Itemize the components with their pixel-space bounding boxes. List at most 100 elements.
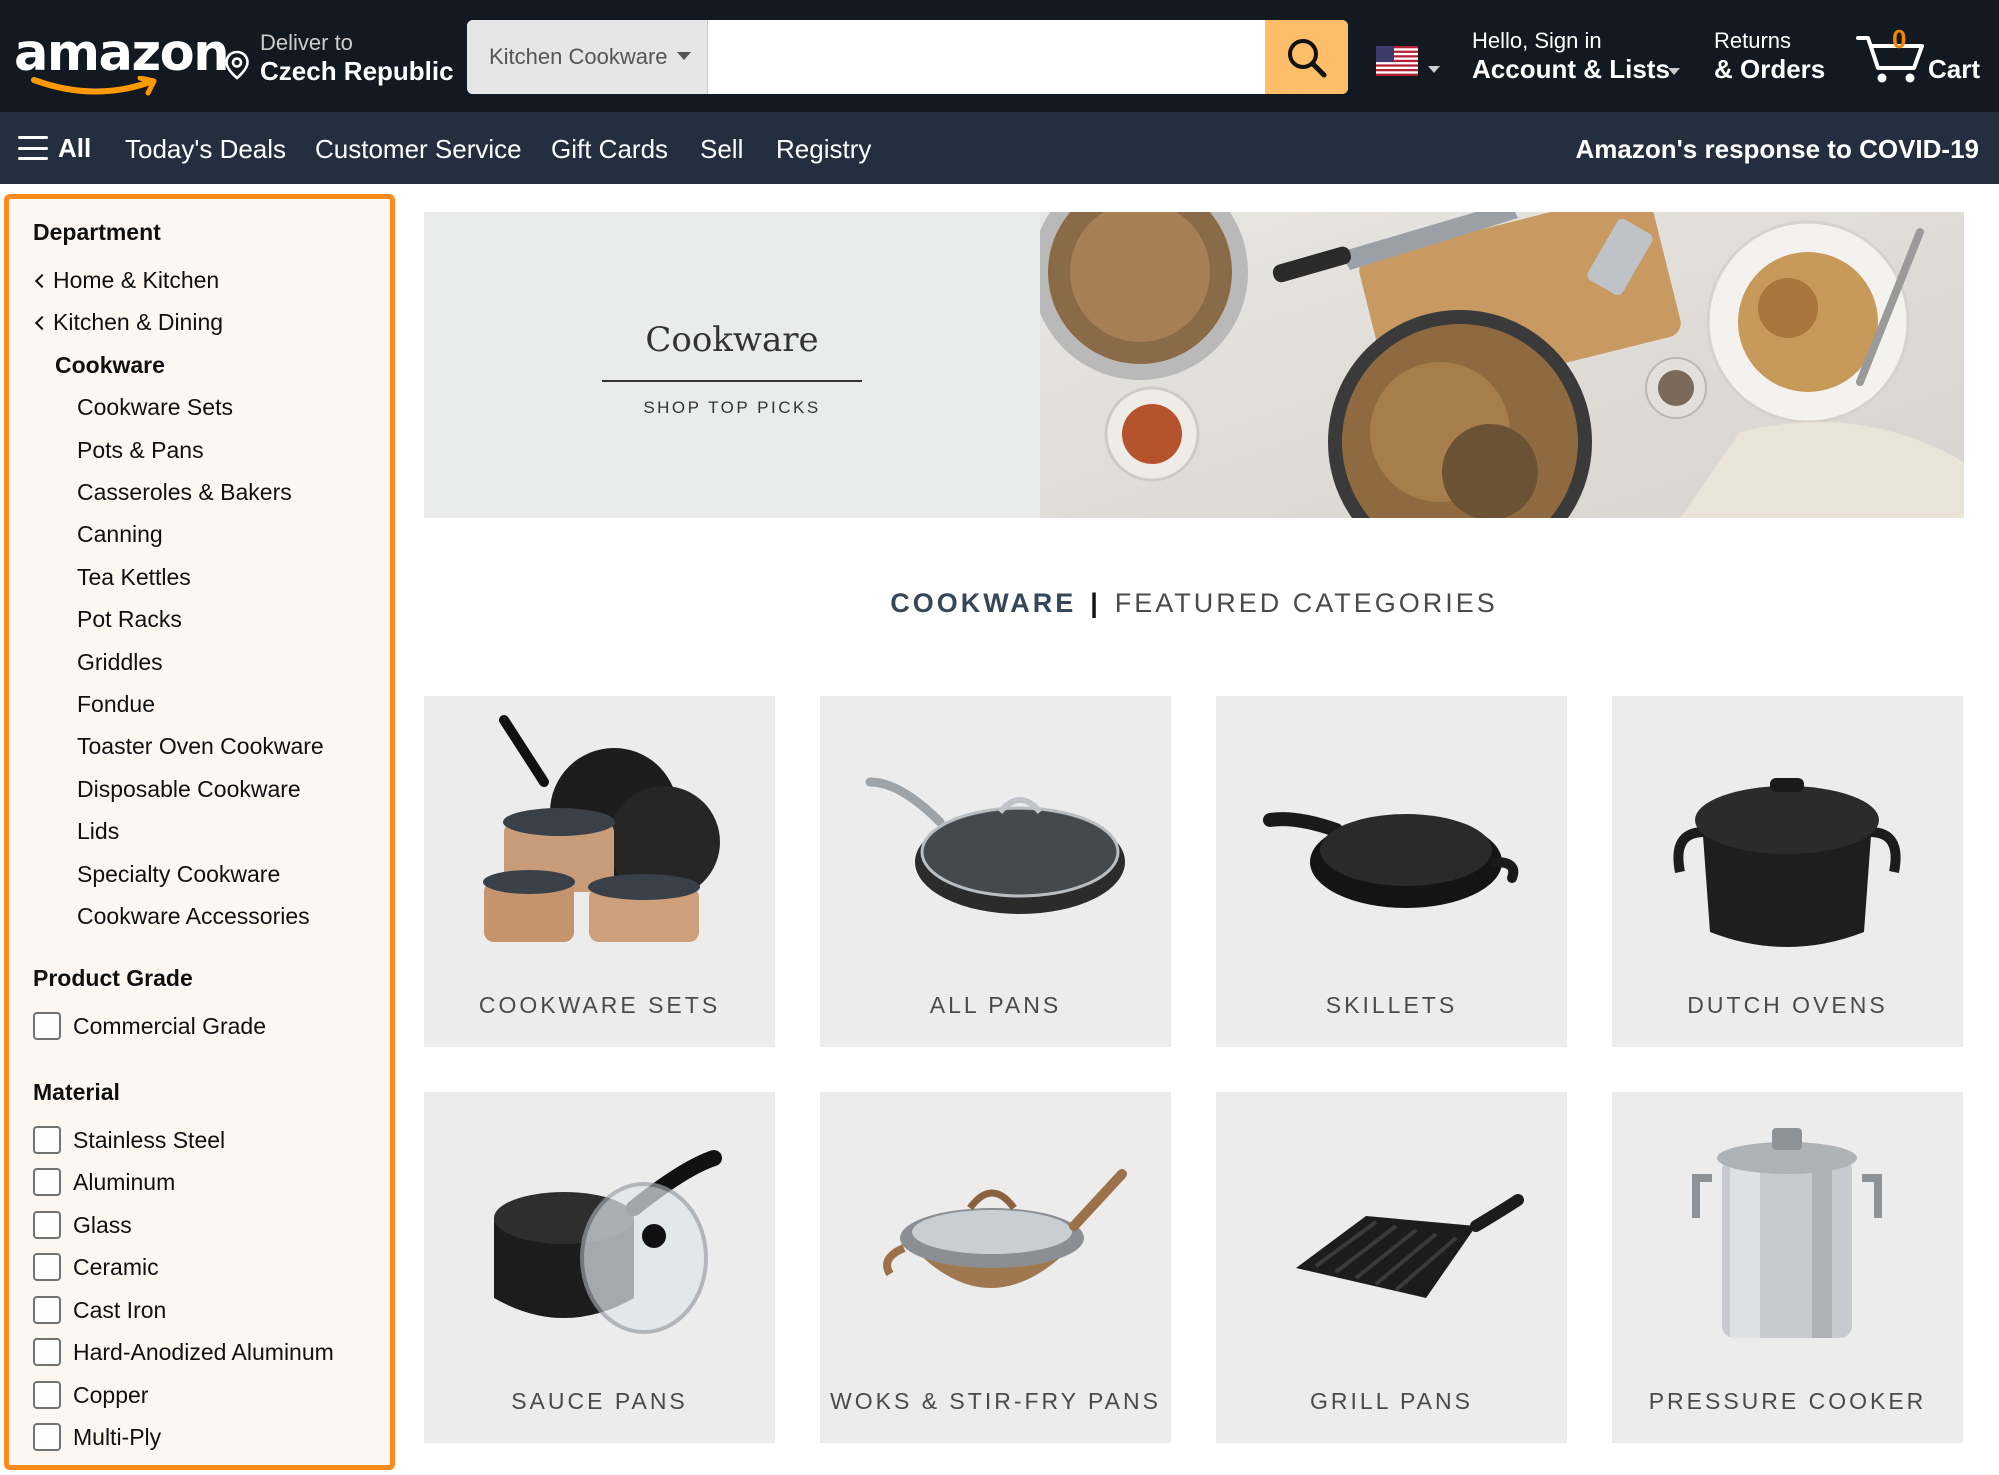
deliver-to-country: Czech Republic xyxy=(260,56,454,86)
subcategory-disposable-cookware[interactable]: Disposable Cookware xyxy=(77,776,301,803)
cart-label: Cart xyxy=(1928,54,1981,84)
category-label: DUTCH OVENS xyxy=(1687,992,1888,1018)
subcategory-casseroles-bakers[interactable]: Casseroles & Bakers xyxy=(77,479,292,506)
subcategory-cookware-sets[interactable]: Cookware Sets xyxy=(77,394,233,421)
category-tile-pressure-cooker[interactable]: PRESSURE COOKER xyxy=(1612,1092,1963,1443)
breadcrumb-kitchen-dining[interactable]: Kitchen & Dining xyxy=(33,309,223,336)
cart-button[interactable]: 0 Cart xyxy=(1856,24,1986,90)
subcategory-griddles[interactable]: Griddles xyxy=(77,649,163,676)
hero-divider xyxy=(602,380,862,382)
filter-copper[interactable]: Copper xyxy=(33,1380,148,1410)
category-tile-sauce-pans[interactable]: SAUCE PANS xyxy=(424,1092,775,1443)
nav-link-sell[interactable]: Sell xyxy=(700,134,743,165)
cart-icon xyxy=(1856,36,1924,83)
filter-aluminum[interactable]: Aluminum xyxy=(33,1167,175,1197)
orders-label: & Orders xyxy=(1714,54,1826,84)
checkbox[interactable] xyxy=(33,1296,61,1324)
search-category-dropdown[interactable]: Kitchen Cookware xyxy=(467,20,708,94)
checkbox[interactable] xyxy=(33,1012,61,1040)
nav-link-registry[interactable]: Registry xyxy=(776,134,871,165)
skillet-icon xyxy=(1263,812,1519,908)
secondary-nav-bar: All Today's Deals Customer Service Gift … xyxy=(0,112,1999,184)
dutch-oven-icon xyxy=(1673,778,1901,947)
pasta-dishes-photo xyxy=(1040,212,1964,518)
category-tile-all-pans[interactable]: ALL PANS xyxy=(820,696,1171,1047)
chevron-left-icon xyxy=(34,273,50,288)
checkbox[interactable] xyxy=(33,1423,61,1451)
language-caret-icon[interactable] xyxy=(1428,66,1440,73)
subcategory-pots-pans[interactable]: Pots & Pans xyxy=(77,437,204,464)
search-button[interactable] xyxy=(1265,20,1348,94)
chevron-left-icon xyxy=(34,315,50,330)
filter-hard-anodized-aluminum[interactable]: Hard-Anodized Aluminum xyxy=(33,1337,334,1367)
us-flag-icon[interactable] xyxy=(1376,46,1418,76)
account-lists-label: Account & Lists xyxy=(1472,54,1670,84)
category-tile-skillets[interactable]: SKILLETS xyxy=(1216,696,1567,1047)
nav-link-customer-service[interactable]: Customer Service xyxy=(315,134,522,165)
featured-categories-heading: COOKWARE | FEATURED CATEGORIES xyxy=(890,588,1498,618)
sauce-pan-icon xyxy=(494,1150,722,1334)
wok-icon xyxy=(883,1169,1127,1288)
amazon-logo[interactable]: amazon xyxy=(14,20,230,96)
hamburger-menu-icon xyxy=(18,136,48,160)
current-category-cookware: Cookware xyxy=(55,352,165,378)
filter-multi-ply[interactable]: Multi-Ply xyxy=(33,1422,161,1452)
subcategory-canning[interactable]: Canning xyxy=(77,521,163,548)
filter-cast-iron[interactable]: Cast Iron xyxy=(33,1295,166,1325)
subcategory-tea-kettles[interactable]: Tea Kettles xyxy=(77,564,191,591)
category-label: PRESSURE COOKER xyxy=(1648,1388,1927,1414)
deliver-to-location[interactable]: Deliver to Czech Republic xyxy=(224,28,454,88)
subcategory-toaster-oven-cookware[interactable]: Toaster Oven Cookware xyxy=(77,733,324,760)
breadcrumb-home-kitchen[interactable]: Home & Kitchen xyxy=(33,267,219,294)
search-bar: Kitchen Cookware xyxy=(467,20,1348,94)
category-tile-grill-pans[interactable]: GRILL PANS xyxy=(1216,1092,1567,1443)
category-label: ALL PANS xyxy=(929,992,1062,1018)
checkbox[interactable] xyxy=(33,1381,61,1409)
caret-down-icon xyxy=(1668,68,1680,75)
filter-commercial-grade[interactable]: Commercial Grade xyxy=(33,1011,266,1041)
all-menu-button[interactable]: All xyxy=(18,132,91,164)
logo-smile-icon xyxy=(31,76,157,96)
filter-ceramic[interactable]: Ceramic xyxy=(33,1252,159,1282)
frying-pan-icon xyxy=(865,777,1125,914)
pressure-cooker-icon xyxy=(1692,1128,1882,1338)
subcategory-pot-racks[interactable]: Pot Racks xyxy=(77,606,182,633)
category-tile-dutch-ovens[interactable]: DUTCH OVENS xyxy=(1612,696,1963,1047)
subcategory-fondue[interactable]: Fondue xyxy=(77,691,155,718)
grill-pan-icon xyxy=(1296,1194,1524,1298)
product-grade-heading: Product Grade xyxy=(33,965,193,991)
returns-and-orders[interactable]: Returns & Orders xyxy=(1714,28,1854,88)
category-label: SKILLETS xyxy=(1325,992,1458,1018)
hero-banner[interactable]: Cookware SHOP TOP PICKS xyxy=(424,212,1964,518)
material-heading: Material xyxy=(33,1079,120,1105)
category-label: GRILL PANS xyxy=(1310,1388,1473,1414)
filter-sidebar: Department Home & Kitchen Kitchen & Dini… xyxy=(4,194,395,1470)
filter-stainless-steel[interactable]: Stainless Steel xyxy=(33,1125,225,1155)
account-and-lists[interactable]: Hello, Sign in Account & Lists xyxy=(1472,28,1687,88)
hero-title: Cookware xyxy=(645,320,819,360)
category-label: COOKWARE SETS xyxy=(478,992,721,1018)
hero-text-panel: Cookware SHOP TOP PICKS xyxy=(424,212,1040,518)
checkbox[interactable] xyxy=(33,1126,61,1154)
checkbox[interactable] xyxy=(33,1338,61,1366)
checkbox[interactable] xyxy=(33,1211,61,1239)
location-pin-icon xyxy=(225,50,249,80)
nav-link-gift-cards[interactable]: Gift Cards xyxy=(551,134,668,165)
category-tile-cookware-sets[interactable]: COOKWARE SETS xyxy=(424,696,775,1047)
covid-response-link[interactable]: Amazon's response to COVID-19 xyxy=(1576,134,1980,165)
category-tile-woks[interactable]: WOKS & STIR-FRY PANS xyxy=(820,1092,1171,1443)
filter-glass[interactable]: Glass xyxy=(33,1210,132,1240)
featured-title: COOKWARE xyxy=(890,588,1077,618)
checkbox[interactable] xyxy=(33,1168,61,1196)
subcategory-cookware-accessories[interactable]: Cookware Accessories xyxy=(77,903,310,930)
checkbox[interactable] xyxy=(33,1253,61,1281)
featured-subtitle: FEATURED CATEGORIES xyxy=(1114,588,1498,618)
shop-top-picks-link[interactable]: SHOP TOP PICKS xyxy=(424,398,1040,418)
subcategory-lids[interactable]: Lids xyxy=(77,818,119,845)
nav-link-todays-deals[interactable]: Today's Deals xyxy=(125,134,286,165)
cart-count: 0 xyxy=(1892,24,1907,54)
category-label: SAUCE PANS xyxy=(511,1388,688,1414)
returns-label: Returns xyxy=(1714,28,1792,53)
search-input[interactable] xyxy=(708,20,1232,94)
subcategory-specialty-cookware[interactable]: Specialty Cookware xyxy=(77,861,280,888)
